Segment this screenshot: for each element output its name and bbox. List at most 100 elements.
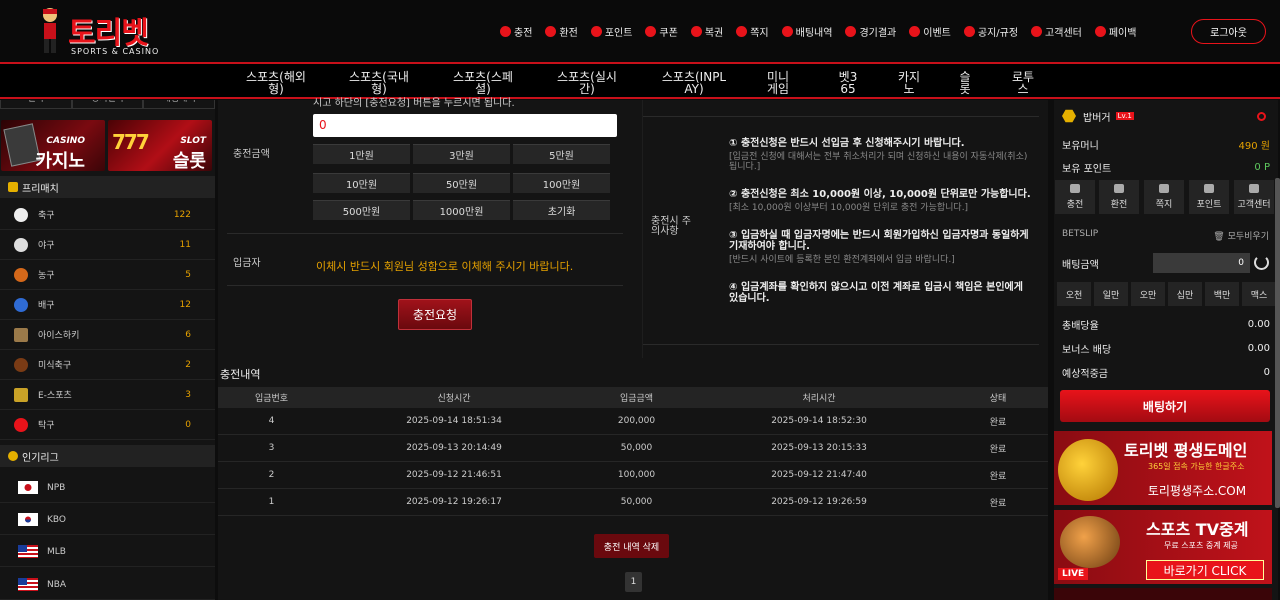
sidebar-tab[interactable]: 배팅내역 [143, 100, 215, 109]
tab-sports-overseas[interactable]: 스포츠(해외형) [246, 71, 306, 95]
page-button[interactable]: 1 [625, 572, 642, 592]
nav-results[interactable]: 경기결과 [845, 23, 896, 39]
chip-1m[interactable]: 백만 [1205, 282, 1239, 306]
tab-sports-inplay[interactable]: 스포츠(INPLAY) [659, 71, 729, 95]
sport-count: 2 [185, 359, 191, 370]
cell: 2025-09-12 19:26:59 [771, 497, 867, 507]
refresh-icon[interactable] [1254, 255, 1269, 270]
korea-flag-icon [18, 513, 38, 526]
nav-point[interactable]: 포인트 [590, 23, 633, 39]
nav-bet-history[interactable]: 배팅내역 [781, 23, 832, 39]
amount-btn-1000[interactable]: 1000만원 [413, 200, 510, 220]
tab-sports-special[interactable]: 스포츠(스페셜) [453, 71, 513, 95]
chip-50k[interactable]: 오만 [1131, 282, 1165, 306]
amount-btn-50[interactable]: 50만원 [413, 173, 510, 193]
notice-divider [643, 116, 1039, 117]
sport-item-soccer[interactable]: 축구 122 [0, 200, 215, 230]
tab-sports-live[interactable]: 스포츠(실시간) [557, 71, 617, 95]
league-name: NPB [47, 482, 66, 493]
place-bet-button[interactable]: 배팅하기 [1060, 390, 1270, 422]
chip-5k[interactable]: 오천 [1057, 282, 1091, 306]
nav-notice[interactable]: 공지/규정 [963, 23, 1019, 39]
amount-input[interactable]: 0 [313, 114, 617, 137]
league-item-kbo[interactable]: KBO [0, 505, 215, 535]
league-item-npb[interactable]: NPB [0, 473, 215, 503]
sport-name: 아이스하키 [38, 331, 80, 341]
tab-slot[interactable]: 슬롯 [958, 71, 972, 95]
sport-name: 야구 [38, 241, 55, 251]
quick-charge-button[interactable]: 충전 [1055, 180, 1095, 214]
nav-event[interactable]: 이벤트 [909, 23, 951, 39]
amount-btn-100[interactable]: 100만원 [513, 173, 610, 193]
slot-banner[interactable]: 777 SLOT 슬롯 [108, 120, 212, 171]
nav-charge[interactable]: 충전 [500, 23, 532, 39]
charge-form: 시고 하단의 [충전요청] 버튼을 누르시면 됩니다. 충전금액 0 1만원 3… [227, 98, 631, 358]
quick-support-button[interactable]: 고객센터 [1234, 180, 1274, 214]
chip-10k[interactable]: 일만 [1094, 282, 1128, 306]
notice-item: ① 충전신청은 반드시 선입금 후 신청해주시기 바랍니다. [입금전 신청에 … [729, 138, 1034, 172]
form-note-text: 시고 하단의 [충전요청] 버튼을 누르시면 됩니다. [313, 98, 515, 109]
tab-lotus[interactable]: 로투스 [1011, 71, 1035, 95]
sidebar-tab[interactable]: 결과 [0, 100, 72, 109]
cell: 1 [268, 497, 275, 507]
japan-flag-icon [18, 481, 38, 494]
amount-btn-1[interactable]: 1만원 [313, 144, 410, 164]
amount-reset-button[interactable]: 초기화 [513, 200, 610, 220]
lottery-icon [690, 25, 702, 37]
sport-item-tabletennis[interactable]: 탁구 0 [0, 410, 215, 440]
sport-count: 122 [173, 209, 191, 220]
tab-bet365[interactable]: 벳365 [836, 71, 860, 95]
nav-lottery[interactable]: 복권 [690, 23, 723, 39]
nav-support[interactable]: 고객센터 [1031, 23, 1082, 39]
tv-banner[interactable]: LIVE 스포츠 TV중계 무료 스포츠 중계 제공 바로가기 CLICK [1054, 510, 1272, 584]
table-header: 입금번호 신청시간 입금금액 처리시간 상태 [218, 387, 1048, 408]
sport-item-icehockey[interactable]: 아이스하키 6 [0, 320, 215, 350]
sport-item-basketball[interactable]: 농구 5 [0, 260, 215, 290]
bonus-value: 0.00 [1247, 342, 1270, 354]
amount-btn-10[interactable]: 10만원 [313, 173, 410, 193]
nav-label: 공지/규정 [977, 27, 1019, 39]
tab-minigame[interactable]: 미니게임 [766, 71, 790, 95]
nav-message[interactable]: 쪽지 [736, 23, 769, 39]
sport-name: 미식축구 [38, 361, 72, 371]
sport-item-esports[interactable]: E-스포츠 3 [0, 380, 215, 410]
sidebar-tab[interactable]: 경기결과 [71, 100, 144, 109]
amount-btn-5[interactable]: 5만원 [513, 144, 610, 164]
bonus-label: 보너스 배당 [1062, 344, 1112, 356]
tab-casino[interactable]: 카지노 [897, 71, 921, 95]
sport-item-baseball[interactable]: 야구 11 [0, 230, 215, 260]
telegram-banner[interactable] [1054, 588, 1272, 600]
notice-divider [643, 344, 1039, 345]
nav-label: 포인트 [604, 27, 633, 39]
sport-item-football[interactable]: 미식축구 2 [0, 350, 215, 380]
cell: 4 [268, 416, 275, 426]
tab-sports-domestic[interactable]: 스포츠(국내형) [349, 71, 409, 95]
power-icon[interactable] [1257, 111, 1266, 121]
quick-exchange-button[interactable]: 환전 [1099, 180, 1139, 214]
league-item-nba[interactable]: NBA [0, 570, 215, 600]
amount-btn-500[interactable]: 500만원 [313, 200, 410, 220]
delete-history-button[interactable]: 충전 내역 삭제 [594, 534, 669, 558]
nav-coupon[interactable]: 쿠폰 [645, 23, 678, 39]
chip-max[interactable]: 맥스 [1242, 282, 1276, 306]
sport-item-volleyball[interactable]: 배구 12 [0, 290, 215, 320]
coupon-icon [645, 25, 657, 37]
quick-point-button[interactable]: 포인트 [1189, 180, 1229, 214]
casino-banner[interactable]: CASINO 카지노 [1, 120, 105, 171]
cell: 완료 [989, 444, 1007, 455]
quick-message-button[interactable]: 쪽지 [1144, 180, 1184, 214]
bet-amount-input[interactable]: 0 [1153, 253, 1250, 273]
nav-exchange[interactable]: 환전 [545, 23, 578, 39]
league-item-mlb[interactable]: MLB [0, 537, 215, 567]
logout-button[interactable]: 로그아웃 [1191, 19, 1266, 44]
charge-request-button[interactable]: 충전요청 [398, 299, 472, 330]
amount-btn-3[interactable]: 3만원 [413, 144, 510, 164]
chip-100k[interactable]: 십만 [1168, 282, 1202, 306]
popular-league-header: 인기리그 [0, 445, 215, 467]
site-logo[interactable]: 토리벳 SPORTS & CASINO [36, 6, 176, 58]
scrollbar[interactable] [1275, 178, 1280, 508]
domain-banner[interactable]: 토리벳 평생도메인 365일 접속 가능한 한글주소 토리평생주소.COM [1054, 431, 1272, 505]
nav-payback[interactable]: 페이백 [1094, 23, 1136, 39]
betslip-clear-button[interactable]: 🗑 모두비우기 [1213, 229, 1269, 242]
depositor-label: 입금자 [233, 258, 261, 269]
